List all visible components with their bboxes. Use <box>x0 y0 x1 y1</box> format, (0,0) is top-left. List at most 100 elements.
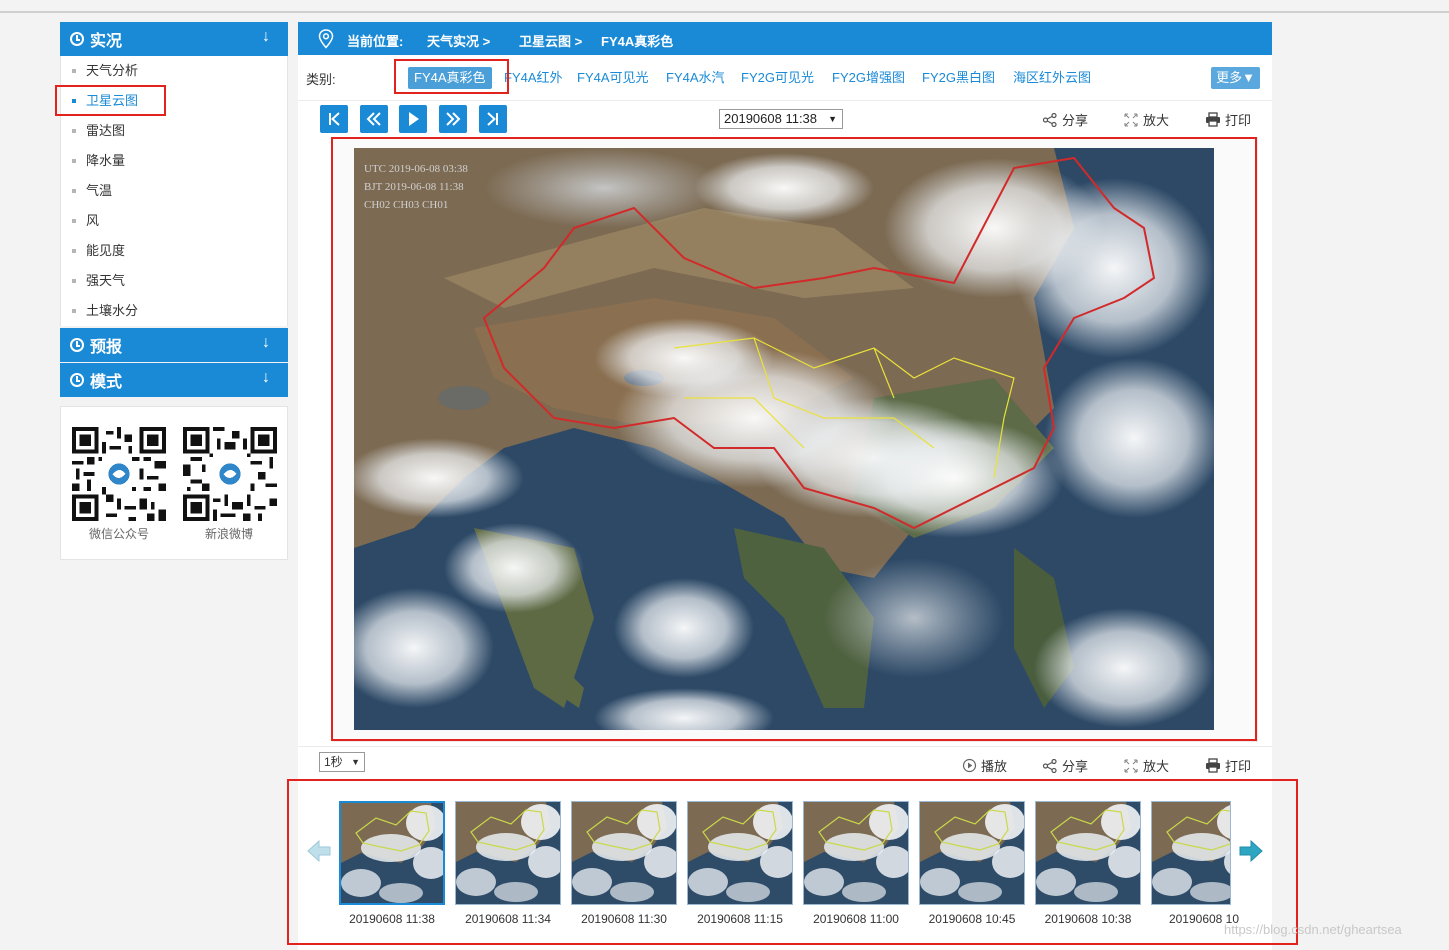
image-utc-text: UTC 2019-06-08 03:38 <box>364 163 468 175</box>
share-button-bottom[interactable]: 分享 <box>1042 756 1088 775</box>
arrow-down-icon: ↓ <box>262 28 270 45</box>
breadcrumb: 当前位置: 天气实况 > 卫星云图 > FY4A真彩色 <box>298 22 1272 55</box>
image-bjt-text: BJT 2019-06-08 11:38 <box>364 181 464 193</box>
fast-forward-icon <box>446 112 461 126</box>
play-button[interactable] <box>399 105 427 133</box>
sidebar-item-weather-analysis[interactable]: 天气分析 <box>61 56 287 86</box>
share-icon <box>1042 112 1057 127</box>
previous-frame-button[interactable] <box>360 105 388 133</box>
last-frame-button[interactable] <box>479 105 507 133</box>
first-frame-button[interactable] <box>320 105 348 133</box>
print-button[interactable]: 打印 <box>1205 110 1251 129</box>
thumbnail-label: 20190608 11:34 <box>465 912 551 926</box>
sidebar-section-live-label: 实况 <box>90 33 123 50</box>
clock-icon <box>70 338 84 352</box>
zoom-label: 放大 <box>1143 759 1170 774</box>
breadcrumb-live[interactable]: 天气实况 > <box>427 31 490 50</box>
thumbnail-label: 20190608 11:00 <box>813 912 899 926</box>
skip-last-icon <box>487 112 498 126</box>
clock-icon <box>70 32 84 46</box>
thumbnail-label: 20190608 11:15 <box>697 912 783 926</box>
thumbnail-item[interactable] <box>571 801 677 905</box>
sidebar-item-radar[interactable]: 雷达图 <box>61 116 287 146</box>
sidebar-item-severe-weather[interactable]: 强天气 <box>61 266 287 296</box>
thumbnail-image <box>804 802 908 904</box>
skip-first-icon <box>329 112 340 126</box>
zoom-button[interactable]: 放大 <box>1123 110 1169 129</box>
location-pin-icon <box>318 29 334 49</box>
satellite-image[interactable]: UTC 2019-06-08 03:38 BJT 2019-06-08 11:3… <box>354 148 1214 730</box>
print-label: 打印 <box>1225 759 1252 774</box>
play-label: 播放 <box>981 759 1008 774</box>
sidebar-item-satellite[interactable]: 卫星云图 <box>61 86 287 116</box>
zoom-label: 放大 <box>1143 113 1170 128</box>
printer-icon <box>1206 758 1220 773</box>
breadcrumb-prefix: 当前位置: <box>347 34 404 49</box>
thumbnail-item[interactable] <box>1151 801 1231 905</box>
tab-fy4a-infrared[interactable]: FY4A红外 <box>504 67 563 89</box>
sidebar-section-live[interactable]: 实况 ↓ <box>60 22 288 56</box>
share-button[interactable]: 分享 <box>1042 110 1088 129</box>
clock-icon <box>70 373 84 387</box>
thumbnail-item[interactable] <box>803 801 909 905</box>
time-select[interactable]: 20190608 11:38 ▼ <box>719 109 843 129</box>
thumbnail-item[interactable] <box>687 801 793 905</box>
sidebar-item-wind[interactable]: 风 <box>61 206 287 236</box>
tab-fy2g-enhanced[interactable]: FY2G增强图 <box>832 67 905 89</box>
thumbnail-label: 20190608 11:30 <box>581 912 667 926</box>
main-panel: 当前位置: 天气实况 > 卫星云图 > FY4A真彩色 类别: FY4A真彩色 … <box>298 22 1272 950</box>
arrow-down-icon: ↓ <box>262 334 270 351</box>
sidebar-section-forecast[interactable]: 预报 ↓ <box>60 328 288 362</box>
thumbnail-item[interactable] <box>455 801 561 905</box>
play-circle-icon <box>962 758 977 773</box>
sidebar-section-forecast-label: 预报 <box>90 339 123 356</box>
tab-sea-infrared[interactable]: 海区红外云图 <box>1013 67 1091 89</box>
thumbnail-label: 20190608 10:38 <box>1044 912 1132 926</box>
sidebar-item-visibility[interactable]: 能见度 <box>61 236 287 266</box>
sidebar-item-precipitation[interactable]: 降水量 <box>61 146 287 176</box>
sidebar-item-temperature[interactable]: 气温 <box>61 176 287 206</box>
qr-code-panel: 微信公众号 新浪微博 <box>60 406 288 560</box>
thumbnail-label: 20190608 10:45 <box>928 912 1016 926</box>
thumbnail-image <box>1036 802 1140 904</box>
thumbnail-item[interactable] <box>339 801 445 905</box>
thumbnail-item[interactable] <box>919 801 1025 905</box>
play-text-button[interactable]: 播放 <box>962 756 1007 775</box>
print-label: 打印 <box>1225 113 1252 128</box>
tab-fy2g-bw[interactable]: FY2G黑白图 <box>922 67 995 89</box>
weibo-qr-code <box>183 427 277 521</box>
time-select-value: 20190608 11:38 <box>724 111 818 126</box>
rewind-icon <box>366 112 381 126</box>
image-channel-text: CH02 CH03 CH01 <box>364 199 448 211</box>
share-label: 分享 <box>1062 113 1089 128</box>
breadcrumb-current: FY4A真彩色 <box>601 34 674 49</box>
sidebar-item-soil-moisture[interactable]: 土壤水分 <box>61 296 287 326</box>
arrow-left-icon[interactable] <box>306 838 332 864</box>
sidebar-section-model[interactable]: 模式 ↓ <box>60 363 288 397</box>
wechat-qr-code <box>72 427 166 521</box>
tab-fy2g-visible[interactable]: FY2G可见光 <box>741 67 814 89</box>
tab-fy4a-water-vapor[interactable]: FY4A水汽 <box>666 67 725 89</box>
thumbnail-image <box>341 803 443 903</box>
tab-fy4a-visible[interactable]: FY4A可见光 <box>577 67 649 89</box>
playback-toolbar: 20190608 11:38 ▼ 分享 放大 打印 <box>298 100 1272 137</box>
next-frame-button[interactable] <box>439 105 467 133</box>
more-dropdown-button[interactable]: 更多▼ <box>1211 67 1260 89</box>
wechat-qr-label: 微信公众号 <box>88 527 149 541</box>
tab-fy4a-true-color[interactable]: FY4A真彩色 <box>408 67 492 89</box>
print-button-bottom[interactable]: 打印 <box>1205 756 1251 775</box>
chevron-down-icon: ▼ <box>828 114 837 124</box>
speed-select[interactable]: 1秒 ▼ <box>319 752 365 772</box>
thumbnail-item[interactable] <box>1035 801 1141 905</box>
zoom-button-bottom[interactable]: 放大 <box>1123 756 1169 775</box>
category-tabs: 类别: FY4A真彩色 FY4A红外 FY4A可见光 FY4A水汽 FY2G可见… <box>298 62 1272 94</box>
speed-select-value: 1秒 <box>324 755 343 769</box>
expand-icon <box>1124 758 1138 773</box>
thumbnail-image <box>572 802 676 904</box>
thumbnail-image <box>920 802 1024 904</box>
expand-icon <box>1124 112 1138 127</box>
breadcrumb-satellite[interactable]: 卫星云图 > <box>519 31 582 50</box>
arrow-right-icon[interactable] <box>1238 838 1264 864</box>
arrow-down-icon: ↓ <box>262 369 270 386</box>
category-label: 类别: <box>306 72 336 87</box>
